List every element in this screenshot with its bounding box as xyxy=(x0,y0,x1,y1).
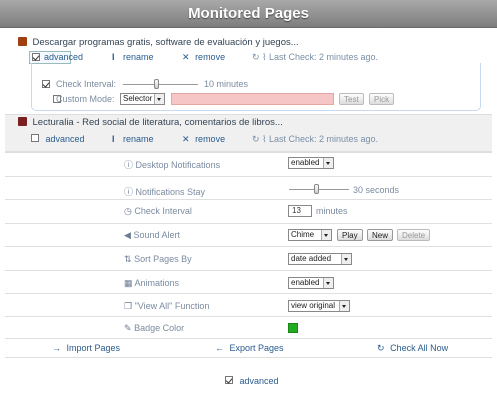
sort-pages-label: ⇅ Sort Pages By xyxy=(124,254,192,264)
advanced-toggle-2[interactable]: advanced xyxy=(31,134,85,144)
notifications-stay-value: 30 seconds xyxy=(353,185,400,195)
divider xyxy=(5,357,492,358)
chevron-down-icon xyxy=(341,254,351,264)
global-advanced-toggle[interactable]: advanced xyxy=(225,376,279,386)
refresh-icon: ↻ xyxy=(252,134,260,144)
page-2-header: Lecturalia - Red social de literatura, c… xyxy=(18,117,283,128)
view-all-label: ❐ "View All" Function xyxy=(124,301,210,311)
pick-button[interactable]: Pick xyxy=(369,93,395,105)
site-favicon-icon xyxy=(18,37,27,46)
import-pages-button[interactable]: → Import Pages xyxy=(52,343,120,353)
export-pages-button[interactable]: ← Export Pages xyxy=(215,343,284,353)
sort-icon: ⇅ xyxy=(124,254,132,264)
remove-icon: ✕ xyxy=(182,52,190,62)
chevron-down-icon xyxy=(323,158,333,168)
desktop-notifications-label: ⓘ Desktop Notifications xyxy=(124,160,221,170)
divider xyxy=(5,223,492,224)
rename-button-2[interactable]: I rename xyxy=(112,134,154,144)
info-icon: ⓘ xyxy=(124,187,134,197)
rename-icon: I xyxy=(112,134,115,144)
title-bar: Monitored Pages xyxy=(0,0,497,28)
chevron-down-icon xyxy=(321,230,331,240)
divider xyxy=(5,246,492,247)
divider xyxy=(5,293,492,294)
advanced-checkbox-1[interactable] xyxy=(32,53,40,61)
check-interval-value: 10 minutes xyxy=(204,79,249,89)
windows-icon: ❐ xyxy=(124,301,133,311)
pulse-icon: ⌇ xyxy=(262,134,267,144)
selector-input[interactable] xyxy=(171,93,334,105)
delete-button[interactable]: Delete xyxy=(397,229,431,241)
play-button[interactable]: Play xyxy=(337,229,363,241)
view-all-select[interactable]: view original xyxy=(288,300,350,312)
check-interval-unit: minutes xyxy=(316,206,348,216)
rename-button-1[interactable]: I rename xyxy=(112,52,154,62)
animations-select[interactable]: enabled xyxy=(288,277,334,289)
divider xyxy=(5,316,492,317)
new-button[interactable]: New xyxy=(367,229,394,241)
arrow-right-icon: → xyxy=(52,343,61,353)
sound-alert-select[interactable]: Chime xyxy=(288,229,332,241)
notifications-stay-label: ⓘ Notifications Stay xyxy=(124,187,206,197)
page-title: Monitored Pages xyxy=(188,5,309,22)
pulse-icon: ⌇ xyxy=(262,52,267,62)
site-favicon-icon xyxy=(18,117,27,126)
custom-mode-label: Custom Mode: xyxy=(56,94,115,104)
divider xyxy=(5,199,492,200)
speaker-icon: ◀ xyxy=(124,230,131,240)
advanced-checkbox-2[interactable] xyxy=(31,134,39,142)
chevron-down-icon xyxy=(154,94,164,104)
advanced-label-1: advanced xyxy=(44,52,84,62)
custom-mode-select[interactable]: Selector xyxy=(120,93,165,105)
arrow-left-icon: ← xyxy=(215,343,224,353)
test-button[interactable]: Test xyxy=(339,93,364,105)
last-check-2[interactable]: ↻ ⌇ Last Check: 2 minutes ago. xyxy=(252,134,378,145)
animation-icon: ▦ xyxy=(124,278,133,288)
divider xyxy=(5,176,492,177)
sort-pages-select[interactable]: date added xyxy=(288,253,352,265)
page-1-header: Descargar programas gratis, software de … xyxy=(18,37,299,48)
brush-icon: ✎ xyxy=(124,323,132,333)
global-advanced-checkbox[interactable] xyxy=(225,376,233,384)
last-check-1[interactable]: ↻ ⌇ Last Check: 2 minutes ago. xyxy=(252,52,378,63)
chevron-down-icon xyxy=(323,278,333,288)
desktop-notifications-select[interactable]: enabled xyxy=(288,157,334,169)
remove-button-1[interactable]: ✕ remove xyxy=(182,52,225,63)
remove-button-2[interactable]: ✕ remove xyxy=(182,134,225,145)
check-interval-setting-label: ◷ Check Interval xyxy=(124,206,192,216)
sound-alert-label: ◀ Sound Alert xyxy=(124,230,180,240)
check-interval-input[interactable]: 13 xyxy=(288,205,312,217)
remove-icon: ✕ xyxy=(182,134,190,144)
refresh-icon: ↻ xyxy=(377,343,385,353)
divider xyxy=(5,270,492,271)
badge-color-swatch[interactable] xyxy=(288,323,298,333)
divider xyxy=(5,338,492,339)
check-interval-checkbox[interactable] xyxy=(42,80,50,88)
slider-handle[interactable] xyxy=(314,184,319,194)
page-1-title[interactable]: Descargar programas gratis, software de … xyxy=(33,37,299,48)
rename-icon: I xyxy=(112,52,115,62)
clock-icon: ◷ xyxy=(124,206,132,216)
animations-label: ▦ Animations xyxy=(124,278,180,288)
refresh-icon: ↻ xyxy=(252,52,260,62)
page-2-title[interactable]: Lecturalia - Red social de literatura, c… xyxy=(33,117,283,128)
check-all-now-button[interactable]: ↻ Check All Now xyxy=(377,343,448,354)
slider-handle[interactable] xyxy=(154,79,159,89)
check-interval-label: Check Interval: xyxy=(56,79,117,89)
divider xyxy=(5,151,492,152)
chevron-down-icon xyxy=(339,301,349,311)
badge-color-label: ✎ Badge Color xyxy=(124,323,185,333)
info-icon: ⓘ xyxy=(124,160,134,170)
